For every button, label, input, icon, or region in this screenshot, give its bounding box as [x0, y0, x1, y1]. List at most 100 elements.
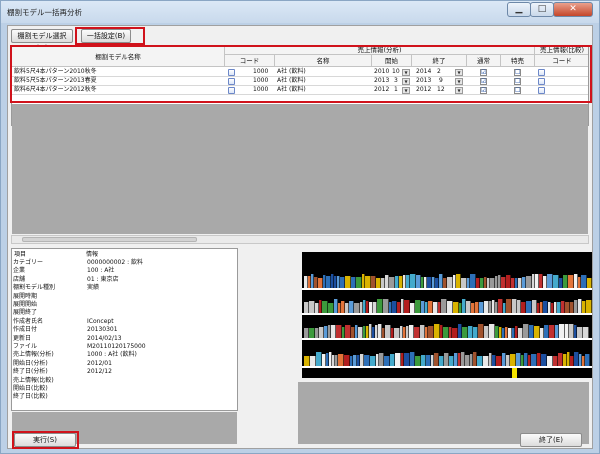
product-item	[310, 356, 316, 366]
product-item	[471, 303, 475, 313]
product-item	[565, 302, 570, 313]
product-item	[583, 327, 589, 338]
product-item	[360, 354, 364, 366]
product-item	[537, 353, 541, 366]
product-item	[383, 299, 389, 313]
scrollbar-thumb[interactable]	[22, 237, 197, 242]
product-item	[476, 278, 480, 288]
product-item	[532, 274, 535, 288]
product-item	[356, 277, 362, 288]
product-item	[521, 355, 524, 366]
product-item	[553, 356, 558, 366]
product-item	[420, 325, 425, 338]
product-item	[404, 300, 410, 313]
product-item	[431, 355, 434, 366]
product-item	[344, 355, 350, 366]
app-window: 棚割モデル一括再分析 ▁ □ ✕ 棚割モデル選択(M) 一括設定(B) 棚割モデ…	[0, 0, 600, 454]
product-item	[390, 354, 395, 366]
product-item	[461, 352, 465, 366]
product-item	[577, 327, 583, 338]
product-item	[373, 302, 377, 313]
product-item	[498, 299, 503, 313]
product-item	[484, 326, 489, 338]
product-item	[478, 324, 484, 338]
product-item	[322, 354, 326, 366]
product-item	[438, 302, 441, 313]
product-item	[426, 355, 431, 366]
product-item	[354, 303, 360, 313]
product-item	[551, 303, 554, 313]
product-item	[532, 300, 537, 313]
product-item	[480, 278, 484, 288]
product-item	[378, 324, 382, 338]
product-item	[515, 278, 518, 288]
product-item	[363, 300, 366, 313]
product-item	[434, 353, 439, 366]
product-item	[355, 325, 358, 338]
product-item	[392, 301, 397, 313]
product-item	[499, 327, 502, 338]
product-item	[492, 300, 495, 313]
client-area: 棚割モデル選択(M) 一括設定(B) 棚割モデル名称 売上情報(分析) コード …	[7, 25, 593, 449]
maximize-icon[interactable]: □	[530, 2, 554, 17]
product-item	[489, 301, 492, 313]
product-item	[406, 326, 409, 338]
horizontal-scrollbar[interactable]	[11, 235, 589, 244]
product-item	[585, 354, 590, 366]
product-item	[385, 275, 389, 288]
product-item	[456, 274, 461, 288]
window-controls: ▁ □ ✕	[507, 2, 593, 17]
info-item-key: 売上情報(分析)	[13, 351, 54, 359]
product-item	[389, 302, 392, 313]
product-item	[416, 275, 421, 288]
product-item	[570, 302, 574, 313]
close-button[interactable]: 終了(E)	[520, 433, 582, 447]
product-item	[335, 355, 338, 366]
product-item	[540, 302, 543, 313]
product-item	[508, 328, 512, 338]
product-item	[483, 356, 489, 366]
product-item	[427, 277, 432, 288]
product-item	[401, 299, 404, 313]
product-item	[357, 355, 360, 366]
product-item	[403, 275, 406, 288]
info-item-value: 2012/01	[87, 359, 112, 367]
product-item	[385, 325, 391, 338]
product-item	[384, 356, 390, 366]
product-item	[459, 303, 462, 313]
product-item	[454, 353, 458, 366]
product-item	[342, 327, 345, 338]
product-item	[397, 302, 401, 313]
minimize-icon[interactable]: ▁	[507, 2, 531, 17]
product-item	[435, 278, 439, 288]
product-item	[421, 277, 424, 288]
close-icon[interactable]: ✕	[553, 2, 593, 17]
product-item	[441, 299, 447, 313]
select-models-button[interactable]: 棚割モデル選択(M)	[11, 29, 73, 52]
product-item	[452, 328, 458, 338]
product-item	[557, 302, 561, 313]
product-item	[334, 276, 337, 288]
product-item	[543, 301, 548, 313]
product-item	[492, 355, 496, 366]
product-item	[316, 352, 322, 366]
product-item	[318, 278, 323, 288]
product-item	[559, 278, 563, 288]
product-item	[399, 276, 403, 288]
info-item-key: 作成者氏名	[13, 317, 44, 325]
product-item	[403, 327, 406, 338]
product-item	[366, 326, 369, 338]
product-item	[506, 275, 511, 288]
product-item	[453, 302, 459, 313]
product-item	[496, 356, 502, 366]
product-item	[314, 277, 318, 288]
product-item	[376, 354, 379, 366]
product-item	[515, 326, 518, 338]
product-item	[329, 352, 332, 366]
product-item	[484, 301, 489, 313]
product-item	[567, 352, 570, 366]
product-item	[326, 276, 331, 288]
product-item	[522, 277, 526, 288]
product-item	[304, 356, 310, 366]
product-item	[425, 302, 428, 313]
